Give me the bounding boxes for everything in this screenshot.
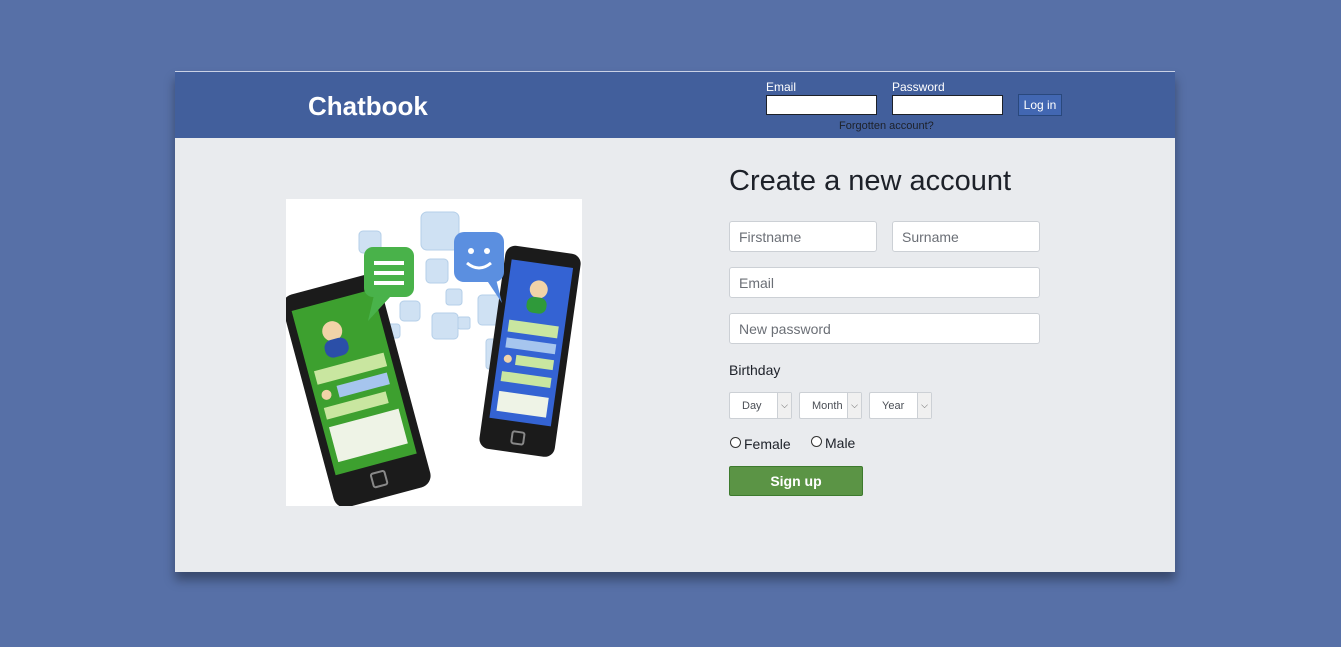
logo: Chatbook: [308, 91, 428, 121]
header-email-input[interactable]: [766, 95, 877, 115]
top-header: Chatbook Email Password Log in Forgotten…: [175, 72, 1175, 138]
day-select-label: Day: [742, 400, 762, 412]
page-frame: Chatbook Email Password Log in Forgotten…: [175, 71, 1175, 572]
header-password-label: Password: [892, 80, 945, 94]
female-label: Female: [744, 436, 791, 452]
chevron-down-icon: ⌵: [917, 393, 931, 418]
new-password-field[interactable]: [729, 313, 1040, 344]
header-password-input[interactable]: [892, 95, 1003, 115]
login-button[interactable]: Log in: [1018, 94, 1062, 116]
month-select[interactable]: Month ⌵: [799, 392, 862, 419]
year-select-label: Year: [882, 400, 905, 412]
surname-field[interactable]: [892, 221, 1040, 252]
day-select[interactable]: Day ⌵: [729, 392, 792, 419]
chevron-down-icon: ⌵: [847, 393, 861, 418]
male-radio[interactable]: [811, 436, 822, 447]
year-select[interactable]: Year ⌵: [869, 392, 932, 419]
forgotten-account-link[interactable]: Forgotten account?: [839, 120, 934, 132]
signup-title: Create a new account: [729, 165, 1012, 197]
phones-chat-illustration: [282, 199, 582, 508]
month-select-label: Month: [812, 400, 843, 412]
email-field[interactable]: [729, 267, 1040, 298]
sign-up-button[interactable]: Sign up: [729, 466, 863, 496]
firstname-field[interactable]: [729, 221, 877, 252]
male-label: Male: [825, 435, 856, 451]
female-radio[interactable]: [730, 437, 741, 448]
header-email-label: Email: [766, 80, 797, 94]
birthday-label: Birthday: [729, 362, 781, 378]
chevron-down-icon: ⌵: [777, 393, 791, 418]
